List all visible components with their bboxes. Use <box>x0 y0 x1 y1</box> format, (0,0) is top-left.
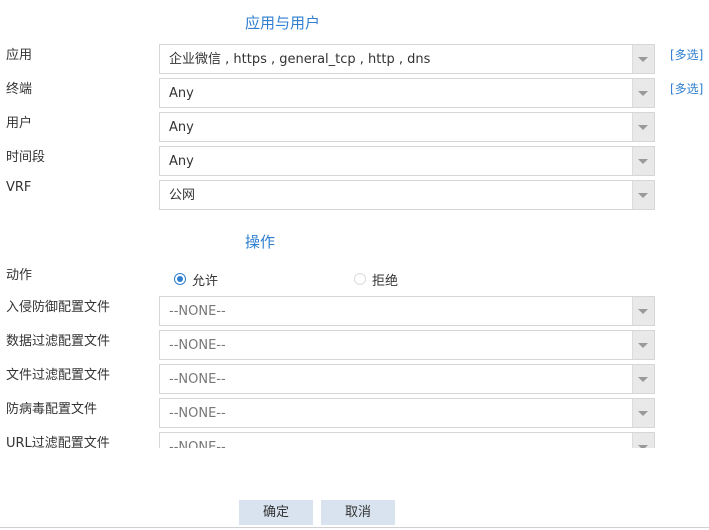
radio-unchecked-icon[interactable] <box>354 273 366 285</box>
terminal-label: 终端 <box>6 82 33 97</box>
chevron-down-icon <box>638 343 648 348</box>
action-permit-label: 允许 <box>192 273 219 289</box>
vrf-select-dropdown-button[interactable] <box>632 181 654 209</box>
time-range-select-value: Any <box>169 154 194 169</box>
chevron-down-icon <box>638 445 648 448</box>
url-filter-profile-label: URL过滤配置文件 <box>6 436 110 448</box>
data-filter-profile-label: 数据过滤配置文件 <box>6 334 111 349</box>
antivirus-profile-select[interactable]: --NONE-- <box>159 398 655 428</box>
data-filter-profile-select-value: --NONE-- <box>169 338 226 353</box>
url-filter-profile-select-value: --NONE-- <box>169 440 226 448</box>
file-filter-profile-dropdown-button[interactable] <box>632 365 654 393</box>
file-filter-profile-label: 文件过滤配置文件 <box>6 368 111 383</box>
bottom-divider <box>0 527 709 528</box>
action-permit-radio[interactable]: 允许 <box>174 270 219 289</box>
data-filter-profile-select[interactable]: --NONE-- <box>159 330 655 360</box>
terminal-select-dropdown-button[interactable] <box>632 79 654 107</box>
time-range-label: 时间段 <box>6 150 46 165</box>
file-filter-profile-select[interactable]: --NONE-- <box>159 364 655 394</box>
chevron-down-icon <box>638 377 648 382</box>
antivirus-profile-label: 防病毒配置文件 <box>6 402 98 417</box>
ips-profile-select-value: --NONE-- <box>169 304 226 319</box>
user-select-value: Any <box>169 120 194 135</box>
chevron-down-icon <box>638 193 648 198</box>
terminal-select[interactable]: Any <box>159 78 655 108</box>
user-label: 用户 <box>6 116 33 131</box>
app-select[interactable]: 企业微信 , https , general_tcp , http , dns <box>159 44 655 74</box>
time-range-select[interactable]: Any <box>159 146 655 176</box>
terminal-select-value: Any <box>169 86 194 101</box>
chevron-down-icon <box>638 159 648 164</box>
time-range-select-dropdown-button[interactable] <box>632 147 654 175</box>
url-filter-profile-select[interactable]: --NONE-- <box>159 432 655 448</box>
chevron-down-icon <box>638 57 648 62</box>
file-filter-profile-select-value: --NONE-- <box>169 372 226 387</box>
app-multi-select-link[interactable]: [多选] <box>670 46 703 63</box>
section-title-app-user: 应用与用户 <box>245 14 321 32</box>
ok-button[interactable]: 确定 <box>239 500 313 525</box>
radio-checked-icon[interactable] <box>174 273 186 285</box>
user-select[interactable]: Any <box>159 112 655 142</box>
action-deny-label: 拒绝 <box>372 273 399 289</box>
url-filter-profile-dropdown-button[interactable] <box>632 433 654 448</box>
section-title-action: 操作 <box>245 233 276 251</box>
ips-profile-label: 入侵防御配置文件 <box>6 300 111 315</box>
app-select-dropdown-button[interactable] <box>632 45 654 73</box>
user-select-dropdown-button[interactable] <box>632 113 654 141</box>
profile-list-region: 入侵防御配置文件 --NONE-- 数据过滤配置文件 --NONE-- 文件过滤… <box>0 292 709 448</box>
data-filter-profile-dropdown-button[interactable] <box>632 331 654 359</box>
action-deny-radio[interactable]: 拒绝 <box>354 270 399 289</box>
chevron-down-icon <box>638 125 648 130</box>
app-select-value: 企业微信 , https , general_tcp , http , dns <box>169 52 431 67</box>
app-label: 应用 <box>6 48 33 63</box>
cancel-button[interactable]: 取消 <box>321 500 395 525</box>
chevron-down-icon <box>638 411 648 416</box>
terminal-multi-select-link[interactable]: [多选] <box>670 80 703 97</box>
ips-profile-dropdown-button[interactable] <box>632 297 654 325</box>
chevron-down-icon <box>638 91 648 96</box>
vrf-select[interactable]: 公网 <box>159 180 655 210</box>
action-label: 动作 <box>6 268 33 283</box>
antivirus-profile-dropdown-button[interactable] <box>632 399 654 427</box>
vrf-select-value: 公网 <box>169 188 196 203</box>
vrf-label: VRF <box>6 180 32 195</box>
ips-profile-select[interactable]: --NONE-- <box>159 296 655 326</box>
antivirus-profile-select-value: --NONE-- <box>169 406 226 421</box>
chevron-down-icon <box>638 309 648 314</box>
